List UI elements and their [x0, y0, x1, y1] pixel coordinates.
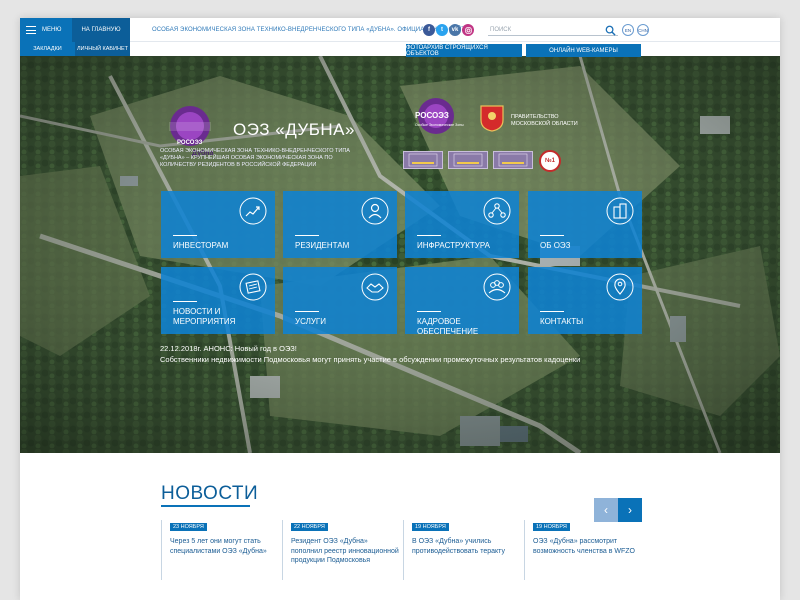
- top-bar: МЕНЮ НА ГЛАВНУЮ ОСОБАЯ ЭКОНОМИЧЕСКАЯ ЗОН…: [20, 18, 780, 42]
- rosoez-brand: РОСОЭЗ: [415, 111, 449, 120]
- social-links: f t vk: [423, 24, 474, 36]
- photo-archive-button[interactable]: ФОТОАРХИВ СТРОЯЩИХСЯ ОБЪЕКТОВ: [406, 44, 522, 57]
- tile-contacts[interactable]: КОНТАКТЫ: [528, 267, 642, 334]
- gov-line1: ПРАВИТЕЛЬСТВО: [511, 114, 559, 120]
- hero-title: ОЭЗ «ДУБНА»: [233, 120, 355, 139]
- tile-staffing[interactable]: КАДРОВОЕ ОБЕСПЕЧЕНИЕ: [405, 267, 519, 336]
- ticker-item[interactable]: 22.12.2018г. АНОНС: Новый год в ОЭЗ!: [160, 344, 297, 353]
- network-nodes-icon: [483, 197, 511, 225]
- lang-chn-button[interactable]: CHN: [637, 24, 649, 36]
- chevron-right-icon: ›: [628, 503, 632, 517]
- award-badge: [493, 151, 533, 169]
- news-date: 19 НОЯБРЯ: [412, 523, 449, 531]
- site-title: ОСОБАЯ ЭКОНОМИЧЕСКАЯ ЗОНА ТЕХНИКО-ВНЕДРЕ…: [152, 27, 466, 33]
- tile-label: ОБ ОЭЗ: [540, 241, 571, 250]
- tile-label: КОНТАКТЫ: [540, 317, 584, 326]
- tile-label: КАДРОВОЕ ОБЕСПЕЧЕНИЕ: [417, 317, 479, 336]
- user-bar: ЗАКЛАДКИ ЛИЧНЫЙ КАБИНЕТ: [20, 42, 130, 56]
- person-icon: [361, 197, 389, 225]
- tile-infrastructure[interactable]: ИНФРАСТРУКТУРА: [405, 191, 519, 258]
- menu-label: МЕНЮ: [42, 27, 62, 33]
- tile-news-events[interactable]: НОВОСТИ И МЕРОПРИЯТИЯ: [161, 267, 275, 334]
- logo-brand: РОСОЭЗ: [177, 140, 203, 146]
- tile-services[interactable]: УСЛУГИ: [283, 267, 397, 334]
- bookmarks-link[interactable]: ЗАКЛАДКИ: [20, 42, 75, 56]
- tile-label: РЕЗИДЕНТАМ: [295, 241, 350, 250]
- government-label: ПРАВИТЕЛЬСТВО МОСКОВСКОЙ ОБЛАСТИ: [511, 114, 578, 128]
- tile-label: НОВОСТИ И МЕРОПРИЯТИЯ: [173, 307, 236, 326]
- news-heading-underline: [161, 505, 250, 507]
- hero-section: РОСОЭЗ Дубна ОЭЗ «ДУБНА» ОСОБАЯ ЭКОНОМИЧ…: [20, 56, 780, 453]
- news-date: 23 НОЯБРЯ: [170, 523, 207, 531]
- news-date: 22 НОЯБРЯ: [291, 523, 328, 531]
- chart-growth-icon: [239, 197, 267, 225]
- aerial-photo: [20, 56, 780, 453]
- tile-about[interactable]: ОБ ОЭЗ: [528, 191, 642, 258]
- news-text[interactable]: ОЭЗ «Дубна» рассмотрит возможность членс…: [533, 537, 641, 556]
- hero-description: ОСОБАЯ ЭКОНОМИЧЕСКАЯ ЗОНА ТЕХНИКО-ВНЕДРЕ…: [160, 148, 350, 168]
- news-text[interactable]: В ОЭЗ «Дубна» учились противодействовать…: [412, 537, 520, 556]
- browser-page: МЕНЮ НА ГЛАВНУЮ ОСОБАЯ ЭКОНОМИЧЕСКАЯ ЗОН…: [20, 18, 780, 600]
- ticker-item[interactable]: Собственники недвижимости Подмосковья мо…: [160, 355, 580, 364]
- lang-en-button[interactable]: EN: [622, 24, 634, 36]
- location-pin-icon: [606, 273, 634, 301]
- news-text[interactable]: Резидент ОЭЗ «Дубна» пополнил реестр инн…: [291, 537, 399, 566]
- facebook-icon[interactable]: f: [423, 24, 435, 36]
- moscow-region-emblem-icon: [480, 105, 504, 132]
- tile-label: УСЛУГИ: [295, 317, 327, 326]
- webcams-button[interactable]: ОНЛАЙН WEB-КАМЕРЫ: [526, 44, 641, 57]
- rosoez-dubna-logo[interactable]: [165, 104, 215, 154]
- tile-residents[interactable]: РЕЗИДЕНТАМ: [283, 191, 397, 258]
- menu-button[interactable]: МЕНЮ: [20, 18, 72, 42]
- search-icon[interactable]: [605, 25, 616, 36]
- number-one-badge: №1: [539, 150, 561, 172]
- home-button[interactable]: НА ГЛАВНУЮ: [72, 18, 130, 42]
- instagram-icon[interactable]: [462, 24, 474, 36]
- news-prev-button[interactable]: ‹: [594, 498, 618, 522]
- tile-label: ИНВЕСТОРАМ: [173, 241, 229, 250]
- news-date: 19 НОЯБРЯ: [533, 523, 570, 531]
- award-badge: [403, 151, 443, 169]
- twitter-icon[interactable]: t: [436, 24, 448, 36]
- news-heading: НОВОСТИ: [161, 483, 259, 504]
- hamburger-icon: [26, 26, 36, 34]
- newspaper-icon: [239, 273, 267, 301]
- vk-icon[interactable]: vk: [449, 24, 461, 36]
- cabinet-link[interactable]: ЛИЧНЫЙ КАБИНЕТ: [75, 42, 130, 56]
- rosoez-sub: Особые Экономические Зоны: [415, 123, 464, 127]
- news-next-button[interactable]: ›: [618, 498, 642, 522]
- chevron-left-icon: ‹: [604, 503, 608, 517]
- search-input[interactable]: ПОИСК: [488, 25, 618, 36]
- award-badge: [448, 151, 488, 169]
- handshake-icon: [361, 273, 389, 301]
- tile-label: ИНФРАСТРУКТУРА: [417, 241, 490, 250]
- people-icon: [483, 273, 511, 301]
- gov-line2: МОСКОВСКОЙ ОБЛАСТИ: [511, 121, 578, 127]
- news-text[interactable]: Через 5 лет они могут стать специалистам…: [170, 537, 278, 556]
- tile-investors[interactable]: ИНВЕСТОРАМ: [161, 191, 275, 258]
- buildings-icon: [606, 197, 634, 225]
